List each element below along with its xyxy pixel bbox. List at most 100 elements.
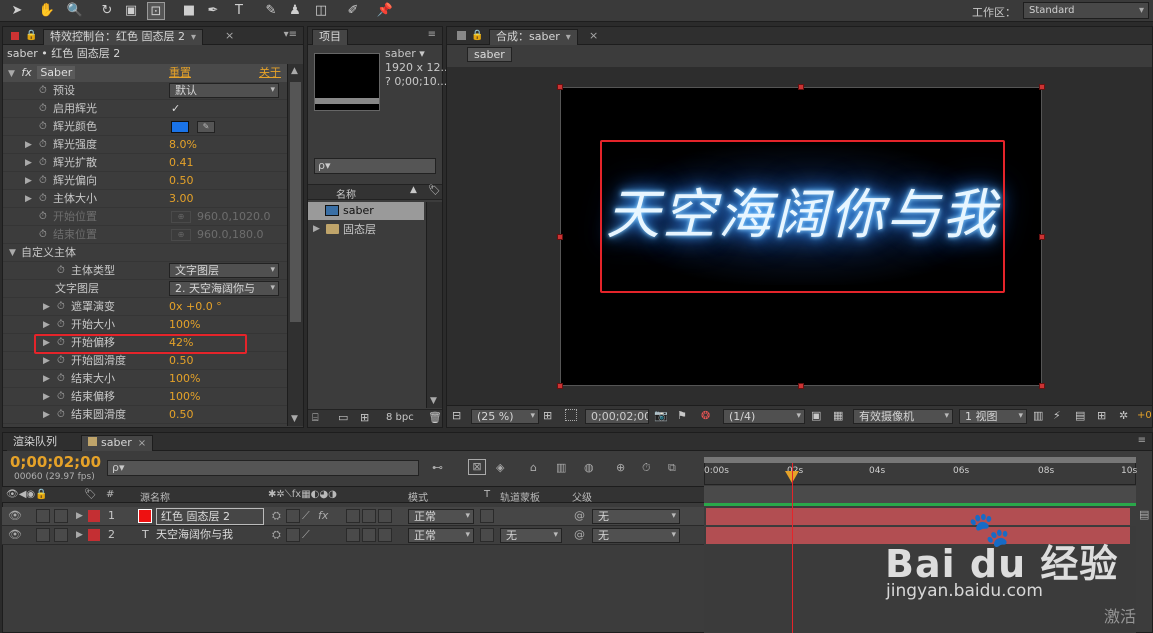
effect-property-row[interactable]: ⏱ 主体类型 文字图层 ▾ bbox=[3, 262, 287, 280]
collapse-triangle-icon[interactable]: ▶ bbox=[43, 406, 50, 424]
layer-handle[interactable] bbox=[557, 234, 563, 240]
effect-property-row[interactable]: ⏱ 预设 默认 ▾ bbox=[3, 82, 287, 100]
project-scrollbar[interactable]: ▼ bbox=[426, 202, 442, 408]
new-composition-icon[interactable]: ⊞ bbox=[360, 411, 369, 424]
collapse-triangle-icon[interactable]: ▶ bbox=[43, 370, 50, 388]
safe-zones-icon[interactable]: ⊞ bbox=[543, 409, 552, 422]
views-select[interactable]: 1 视图 ▾ bbox=[959, 409, 1027, 424]
roto-brush-tool-icon[interactable]: ✐ bbox=[344, 2, 362, 20]
tab-project[interactable]: 项目 bbox=[312, 29, 348, 45]
solo-toggle[interactable] bbox=[54, 509, 68, 523]
layer-handle[interactable] bbox=[798, 84, 804, 90]
hide-shy-icon[interactable]: ⌂ bbox=[530, 461, 537, 474]
lock-icon[interactable]: 🔒 bbox=[471, 30, 483, 41]
panel-menu-icon[interactable]: ▾≡ bbox=[284, 29, 297, 40]
label-color-icon[interactable] bbox=[88, 510, 100, 522]
eraser-tool-icon[interactable]: ◫ bbox=[312, 2, 330, 20]
camera-select[interactable]: 有效摄像机 ▾ bbox=[853, 409, 953, 424]
crosshair-icon[interactable]: ⊕ bbox=[171, 229, 191, 241]
layer-name[interactable]: 红色 固态层 2 bbox=[156, 508, 264, 525]
collapse-triangle-icon[interactable]: ▶ bbox=[43, 316, 50, 334]
timeline-search-input[interactable]: ρ▾ bbox=[107, 460, 419, 476]
column-trkmat[interactable]: 轨道蒙板 bbox=[500, 489, 540, 504]
stopwatch-icon[interactable]: ⏱ bbox=[57, 352, 65, 370]
work-area-bar[interactable] bbox=[704, 457, 1136, 463]
effect-property-row[interactable]: ▶ ⏱ 结束圆滑度 0.50 bbox=[3, 406, 287, 424]
effect-property-row[interactable]: ▶ ⏱ 结束偏移 100% bbox=[3, 388, 287, 406]
toggle-pixel-aspect-icon[interactable]: ▥ bbox=[1033, 409, 1043, 422]
eye-icon[interactable]: 👁 bbox=[8, 507, 22, 525]
layer-handle[interactable] bbox=[557, 84, 563, 90]
audio-toggle[interactable] bbox=[36, 509, 50, 523]
preserve-transparency-toggle[interactable] bbox=[480, 509, 494, 523]
zoom-tool-icon[interactable]: 🔍 bbox=[66, 2, 84, 20]
collapse-switch[interactable] bbox=[286, 509, 300, 523]
comp-subtab[interactable]: saber bbox=[467, 47, 512, 62]
track-matte-select[interactable]: 无 ▾ bbox=[500, 528, 562, 543]
property-value[interactable]: 960.0,1020.0 bbox=[197, 208, 270, 226]
quality-switch-icon[interactable]: ⟋ bbox=[302, 526, 310, 544]
property-value[interactable]: 0x +0.0 ° bbox=[169, 298, 222, 316]
effect-property-row[interactable]: ▶ ⏱ 开始圆滑度 0.50 bbox=[3, 352, 287, 370]
bpc-label[interactable]: 8 bpc bbox=[386, 412, 414, 423]
stopwatch-icon[interactable]: ⏱ bbox=[57, 262, 65, 280]
column-t[interactable]: T bbox=[484, 489, 490, 500]
rotate-tool-icon[interactable]: ↻ bbox=[98, 2, 116, 20]
stopwatch-icon[interactable]: ⏱ bbox=[39, 226, 47, 244]
text-tool-icon[interactable]: T bbox=[230, 2, 248, 20]
effect-property-row[interactable]: ⏱ 辉光颜色 ✎ bbox=[3, 118, 287, 136]
graph-editor-icon[interactable]: ⧉ bbox=[668, 461, 676, 475]
effects-scrollbar[interactable]: ▲ ▼ bbox=[287, 64, 303, 426]
adjustment-switch[interactable] bbox=[362, 509, 376, 523]
lock-icon[interactable]: 🔒 bbox=[25, 30, 37, 41]
timeline-timecode[interactable]: 0;00;02;00 bbox=[10, 453, 101, 471]
layer-handle[interactable] bbox=[1039, 84, 1045, 90]
property-value[interactable]: 0.50 bbox=[169, 172, 194, 190]
brush-tool-icon[interactable]: ✎ bbox=[262, 2, 280, 20]
scroll-up-icon[interactable]: ▲ bbox=[291, 66, 298, 76]
brainstorm-icon[interactable]: ⊕ bbox=[616, 461, 625, 474]
collapse-triangle-icon[interactable]: ▶ bbox=[25, 136, 32, 154]
resolution-select[interactable]: (1/4) ▾ bbox=[723, 409, 805, 424]
effect-property-row[interactable]: ▶ ⏱ 结束大小 100% bbox=[3, 370, 287, 388]
effect-name[interactable]: Saber bbox=[37, 66, 76, 79]
close-icon[interactable]: × bbox=[225, 29, 234, 42]
label-color-icon[interactable] bbox=[88, 529, 100, 541]
property-value[interactable]: 3.00 bbox=[169, 190, 194, 208]
av-features-icon[interactable]: 👁◀◉🔒 bbox=[6, 489, 48, 500]
effect-property-row[interactable]: ▶ ⏱ 辉光扩散 0.41 bbox=[3, 154, 287, 172]
layer-handle[interactable] bbox=[798, 383, 804, 389]
effect-property-row[interactable]: ⏱ 结束位置 ⊕ 960.0,180.0 bbox=[3, 226, 287, 244]
collapse-triangle-icon[interactable]: ▶ bbox=[25, 172, 32, 190]
panel-menu-icon[interactable]: ≡ bbox=[428, 29, 436, 40]
effect-property-row[interactable]: ⏱ 开始位置 ⊕ 960.0,1020.0 bbox=[3, 208, 287, 226]
frame-blending-icon[interactable]: ▥ bbox=[556, 461, 566, 474]
timeline-icon[interactable]: ▤ bbox=[1075, 409, 1085, 422]
stopwatch-icon[interactable]: ⏱ bbox=[39, 154, 47, 172]
effect-property-row[interactable]: ▼ 自定义主体 bbox=[3, 244, 287, 262]
column-mode[interactable]: 模式 bbox=[408, 489, 428, 504]
column-parent[interactable]: 父级 bbox=[572, 489, 592, 504]
live-update-icon[interactable]: ⊠ bbox=[468, 459, 486, 475]
effect-property-row[interactable]: ⏱ 启用辉光 ✓ bbox=[3, 100, 287, 118]
comp-mini-flowchart-icon[interactable]: ⊷ bbox=[432, 461, 443, 474]
pen-tool-icon[interactable]: ✒ bbox=[204, 2, 222, 20]
parent-select[interactable]: 无 ▾ bbox=[592, 528, 680, 543]
exposure-value[interactable]: +0 bbox=[1137, 410, 1152, 421]
channels-icon[interactable]: ❂ bbox=[701, 409, 710, 422]
reset-link[interactable]: 重置 bbox=[169, 64, 191, 82]
timeline-layer-row[interactable]: 👁 ▶ 2 T 天空海阔你与我 ⛭ ⟋ 正常 ▾ 无 ▾ @ 无 ▾ bbox=[2, 526, 704, 545]
snapshot-icon[interactable]: 📷 bbox=[654, 409, 668, 422]
playhead-line[interactable] bbox=[792, 463, 793, 633]
layer-handle[interactable] bbox=[1039, 234, 1045, 240]
fx-icon[interactable]: fx bbox=[21, 66, 31, 79]
column-number[interactable]: # bbox=[106, 489, 114, 500]
adjustment-switch[interactable] bbox=[362, 528, 376, 542]
panel-menu-icon[interactable]: ≡ bbox=[1138, 435, 1146, 446]
stopwatch-icon[interactable]: ⏱ bbox=[39, 172, 47, 190]
tab-effect-controls[interactable]: 特效控制台：红色 固态层 2 ▾ bbox=[43, 29, 204, 45]
expand-triangle-icon[interactable]: ▶ bbox=[76, 526, 83, 544]
collapse-triangle-icon[interactable]: ▶ bbox=[25, 154, 32, 172]
stopwatch-icon[interactable]: ⏱ bbox=[57, 370, 65, 388]
project-item-folder[interactable]: ▶ 固态层 bbox=[308, 221, 424, 239]
